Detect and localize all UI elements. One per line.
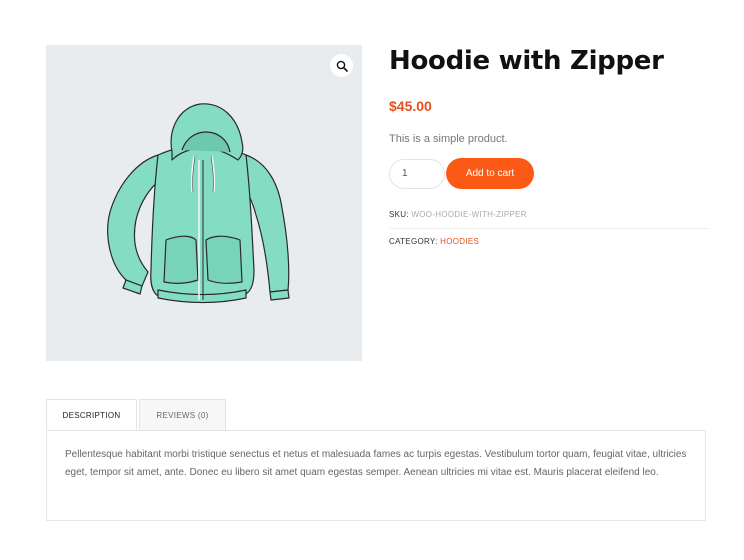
magnifier-icon <box>336 60 348 72</box>
category-row: CATEGORY: HOODIES <box>389 237 709 246</box>
description-text: Pellentesque habitant morbi tristique se… <box>65 449 687 478</box>
product-title: Hoodie with Zipper <box>389 46 664 76</box>
product-summary: Hoodie with Zipper $45.00 This is a simp… <box>389 42 709 246</box>
product-short-description: This is a simple product. <box>389 133 508 145</box>
category-link[interactable]: HOODIES <box>440 237 479 246</box>
tab-description[interactable]: DESCRIPTION <box>46 399 137 431</box>
hoodie-image[interactable] <box>96 100 306 305</box>
description-panel: Pellentesque habitant morbi tristique se… <box>46 430 706 521</box>
sku-value: WOO-HOODIE-WITH-ZIPPER <box>411 210 527 219</box>
add-to-cart-form: Add to cart <box>389 158 709 189</box>
sku-label: SKU: <box>389 210 409 219</box>
category-label: CATEGORY: <box>389 237 438 246</box>
product-price: $45.00 <box>389 98 432 114</box>
sku-row: SKU: WOO-HOODIE-WITH-ZIPPER <box>389 210 709 229</box>
product-gallery <box>46 45 362 361</box>
product-tabs: DESCRIPTION REVIEWS (0) <box>46 399 226 431</box>
add-to-cart-button[interactable]: Add to cart <box>446 158 534 189</box>
zoom-button[interactable] <box>330 54 353 77</box>
tab-reviews[interactable]: REVIEWS (0) <box>139 399 226 430</box>
quantity-input[interactable] <box>389 158 445 189</box>
